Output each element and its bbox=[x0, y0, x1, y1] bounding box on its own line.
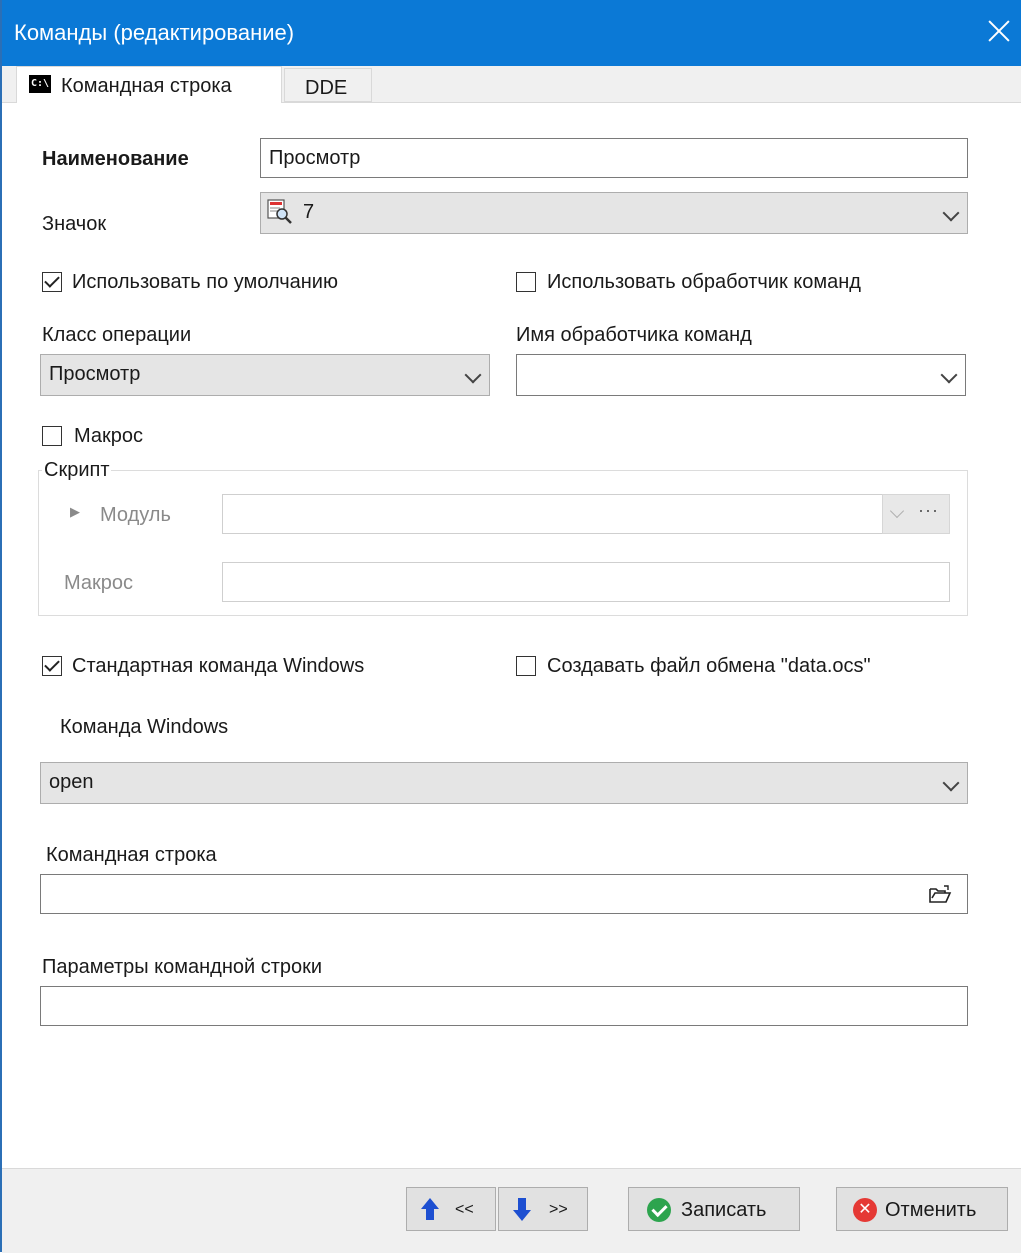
tab-dde[interactable]: DDE bbox=[284, 68, 372, 102]
module-input[interactable] bbox=[222, 494, 884, 534]
op-class-select[interactable]: Просмотр bbox=[40, 354, 490, 396]
close-icon[interactable] bbox=[981, 14, 1017, 50]
open-folder-icon[interactable] bbox=[928, 884, 952, 906]
name-input[interactable]: Просмотр bbox=[260, 138, 968, 178]
next-label: >> bbox=[549, 1201, 568, 1218]
op-class-label: Класс операции bbox=[42, 324, 192, 346]
params-input[interactable] bbox=[40, 986, 968, 1026]
windows-cmd-value: open bbox=[49, 771, 94, 793]
std-windows-cmd-checkbox[interactable] bbox=[42, 656, 62, 676]
window-title: Команды (редактирование) bbox=[14, 20, 295, 45]
command-prompt-icon: C:\ bbox=[29, 75, 51, 93]
exchange-file-label: Создавать файл обмена "data.ocs" bbox=[547, 655, 871, 677]
preview-magnifier-icon bbox=[267, 199, 292, 224]
std-windows-cmd-label: Стандартная команда Windows bbox=[72, 655, 365, 677]
macro-checkbox[interactable] bbox=[42, 426, 62, 446]
chevron-down-icon bbox=[940, 366, 958, 384]
check-circle-icon bbox=[647, 1198, 671, 1222]
arrow-up-stem bbox=[426, 1208, 434, 1220]
chevron-down-icon bbox=[942, 774, 960, 792]
arrow-down-stem bbox=[518, 1198, 526, 1210]
cancel-button[interactable]: ✕ Отменить bbox=[836, 1187, 1008, 1231]
next-record-button[interactable]: >> bbox=[498, 1187, 588, 1231]
name-label: Наименование bbox=[42, 148, 189, 170]
use-handler-label: Использовать обработчик команд bbox=[547, 271, 861, 293]
script-macro-label: Макрос bbox=[64, 572, 134, 594]
icon-select-value: 7 bbox=[303, 201, 315, 223]
windows-cmd-select[interactable]: open bbox=[40, 762, 968, 804]
chevron-down-icon bbox=[942, 204, 960, 222]
params-label: Параметры командной строки bbox=[42, 956, 323, 978]
tab-strip: C:\ Командная строка DDE bbox=[2, 66, 1021, 103]
browse-module-button[interactable]: ··· bbox=[918, 500, 939, 521]
chevron-down-icon bbox=[464, 366, 482, 384]
script-group-legend: Скрипт bbox=[42, 459, 112, 482]
footer-bar: << >> Записать ✕ Отменить bbox=[2, 1168, 1021, 1253]
cancel-circle-icon: ✕ bbox=[853, 1198, 877, 1222]
handler-name-label: Имя обработчика команд bbox=[516, 324, 752, 346]
tab-command-line[interactable]: C:\ Командная строка bbox=[16, 66, 282, 103]
module-label: Модуль bbox=[100, 504, 171, 526]
tab-label: Командная строка bbox=[61, 75, 232, 97]
exchange-file-checkbox[interactable] bbox=[516, 656, 536, 676]
icon-select[interactable]: 7 bbox=[260, 192, 968, 234]
handler-name-select[interactable] bbox=[516, 354, 966, 396]
icon-label: Значок bbox=[42, 213, 107, 235]
tab-label: DDE bbox=[305, 77, 348, 99]
op-class-value: Просмотр bbox=[49, 363, 141, 385]
arrow-down-icon bbox=[513, 1210, 531, 1221]
save-label: Записать bbox=[681, 1199, 767, 1221]
edit-commands-dialog: Команды (редактирование) C:\ Командная с… bbox=[0, 0, 1021, 1253]
title-bar: Команды (редактирование) bbox=[2, 0, 1021, 66]
cancel-label: Отменить bbox=[885, 1199, 977, 1221]
prev-record-button[interactable]: << bbox=[406, 1187, 496, 1231]
script-macro-input[interactable] bbox=[222, 562, 950, 602]
windows-cmd-label: Команда Windows bbox=[60, 716, 229, 738]
use-handler-checkbox[interactable] bbox=[516, 272, 536, 292]
use-default-label: Использовать по умолчанию bbox=[72, 271, 338, 293]
prev-label: << bbox=[455, 1201, 474, 1218]
use-default-checkbox[interactable] bbox=[42, 272, 62, 292]
expand-triangle-icon: ▶ bbox=[70, 504, 80, 519]
save-button[interactable]: Записать bbox=[628, 1187, 800, 1231]
cmdline-input[interactable] bbox=[40, 874, 968, 914]
macro-label: Макрос bbox=[74, 425, 144, 447]
cmdline-label: Командная строка bbox=[46, 844, 217, 866]
